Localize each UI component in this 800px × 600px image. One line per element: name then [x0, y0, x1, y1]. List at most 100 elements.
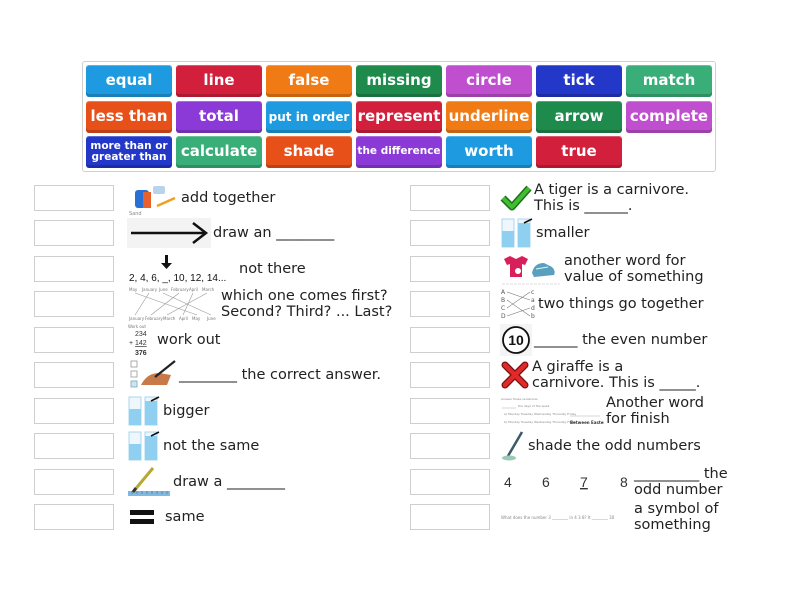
answer-drop-box[interactable]	[34, 398, 114, 424]
svg-text:Sand: Sand	[129, 211, 142, 216]
word-tile-total[interactable]: total	[176, 101, 262, 133]
word-tile-tick[interactable]: tick	[536, 65, 622, 97]
answer-drop-box[interactable]	[34, 185, 114, 211]
clue-text: A giraffe is a carnivore. This is _____.	[532, 359, 701, 391]
svg-text:the days of the week: the days of the week	[518, 404, 550, 408]
measuring-cylinders-icon	[127, 430, 161, 462]
clue-text: which one comes first? Second? Third? ..…	[221, 288, 393, 320]
month-matching-icon: May January June February April March January F…	[127, 286, 219, 322]
svg-text:March: March	[202, 287, 215, 292]
svg-text:234: 234	[135, 331, 147, 338]
svg-text:Work out: Work out	[128, 324, 146, 329]
answer-drop-box[interactable]	[34, 220, 114, 246]
svg-text:6: 6	[542, 474, 550, 490]
clue-text: same	[165, 509, 205, 525]
svg-text:4: 4	[504, 474, 512, 490]
answer-drop-box[interactable]	[34, 291, 114, 317]
answer-drop-box[interactable]	[34, 469, 114, 495]
sequence-caption: 2, 4, 6, _, 10, 12, 14...	[129, 273, 226, 284]
clue-text: shade the odd numbers	[528, 438, 701, 454]
word-tile-the-difference[interactable]: the difference	[356, 136, 442, 168]
answer-drop-box[interactable]	[410, 469, 490, 495]
measuring-cylinders-icon	[127, 395, 161, 427]
word-tile-calculate[interactable]: calculate	[176, 136, 262, 168]
word-tile-missing[interactable]: missing	[356, 65, 442, 97]
svg-text:June: June	[206, 316, 216, 321]
answer-drop-box[interactable]	[34, 327, 114, 353]
clue-text: bigger	[163, 403, 210, 419]
clue-text: Another word for finish	[606, 395, 704, 427]
clue-text: another word for value of something	[564, 253, 704, 285]
equals-sign-icon	[127, 505, 157, 529]
sum-calculation-icon: Work out 234 +142 376	[127, 323, 155, 357]
svg-text:What does the number 3 _______: What does the number 3 ________ in 4 3 8…	[501, 515, 615, 520]
svg-text:May: May	[192, 316, 201, 321]
clue-text: work out	[157, 332, 221, 348]
pencil-shading-icon	[500, 430, 526, 462]
shirt-and-shoe-icon	[500, 253, 562, 287]
answer-drop-box[interactable]	[34, 256, 114, 282]
word-tile-more-than-or-greater-than[interactable]: more than or greater than	[86, 136, 172, 168]
word-tile-match[interactable]: match	[626, 65, 712, 97]
clue-text: two things go together	[538, 296, 704, 312]
clue-text: not the same	[163, 438, 260, 454]
svg-text:Answer these sentences: Answer these sentences	[501, 397, 538, 401]
word-tile-less-than[interactable]: less than	[86, 101, 172, 133]
svg-text:April: April	[179, 316, 188, 321]
svg-text:March: March	[163, 316, 176, 321]
svg-text:April: April	[189, 287, 198, 292]
svg-text:February: February	[145, 316, 163, 321]
clue-text: A tiger is a carnivore. This is ______.	[534, 182, 690, 214]
answer-drop-box[interactable]	[410, 398, 490, 424]
word-tile-circle[interactable]: circle	[446, 65, 532, 97]
answer-drop-box[interactable]	[34, 362, 114, 388]
answer-drop-box[interactable]	[410, 362, 490, 388]
svg-text:B: B	[501, 297, 505, 304]
answer-drop-box[interactable]	[410, 433, 490, 459]
clue-text: draw an ________	[213, 225, 335, 241]
arrow-icon	[127, 218, 211, 248]
word-tile-arrow[interactable]: arrow	[536, 101, 622, 133]
clue-text: ________ the correct answer.	[179, 367, 382, 383]
svg-text:February: February	[171, 287, 189, 292]
answer-drop-box[interactable]	[410, 220, 490, 246]
answer-drop-box[interactable]	[410, 185, 490, 211]
word-tile-equal[interactable]: equal	[86, 65, 172, 97]
svg-text:A: A	[501, 289, 506, 296]
number-sequence-icon: 2, 4, 6, _, 10, 12, 14...	[127, 254, 237, 284]
clue-text: add together	[181, 190, 276, 206]
word-tile-shade[interactable]: shade	[266, 136, 352, 168]
answer-drop-box[interactable]	[410, 291, 490, 317]
svg-text:Between Easter: Between Easter	[570, 420, 604, 425]
answer-drop-box[interactable]	[34, 504, 114, 530]
number-row-icon: 4 6 7 8	[500, 471, 632, 493]
svg-text:376: 376	[135, 350, 147, 357]
svg-text:January: January	[128, 316, 145, 321]
answer-drop-box[interactable]	[410, 256, 490, 282]
worksheet-sentences-icon: Answer these sentences the days of the we…	[500, 396, 604, 426]
word-tile-represent[interactable]: represent	[356, 101, 442, 133]
pencil-ruler-icon	[127, 466, 171, 498]
word-tile-put-in-order[interactable]: put in order	[266, 101, 352, 133]
svg-text:June: June	[158, 287, 168, 292]
answer-drop-box[interactable]	[34, 433, 114, 459]
svg-text:d: d	[531, 305, 535, 312]
svg-text:b: b	[531, 313, 535, 320]
svg-text:January: January	[141, 287, 158, 292]
answer-drop-box[interactable]	[410, 504, 490, 530]
svg-text:C: C	[501, 305, 505, 312]
svg-text:10: 10	[508, 332, 524, 348]
svg-text:c: c	[531, 289, 534, 296]
hand-writing-checkbox-icon	[127, 359, 177, 393]
word-tile-line[interactable]: line	[176, 65, 262, 97]
circled-number-icon: 10	[500, 324, 532, 356]
letter-matching-icon: ABCDcadb	[500, 288, 536, 320]
word-tile-underline[interactable]: underline	[446, 101, 532, 133]
word-tile-true[interactable]: true	[536, 136, 622, 168]
svg-text:b) Monday Tuesday Wednesday Th: b) Monday Tuesday Wednesday Thursday Fri…	[504, 420, 577, 424]
answer-drop-box[interactable]	[410, 327, 490, 353]
word-tile-complete[interactable]: complete	[626, 101, 712, 133]
word-tile-worth[interactable]: worth	[446, 136, 532, 168]
word-tile-false[interactable]: false	[266, 65, 352, 97]
school-supplies-icon: Sand	[127, 182, 179, 216]
